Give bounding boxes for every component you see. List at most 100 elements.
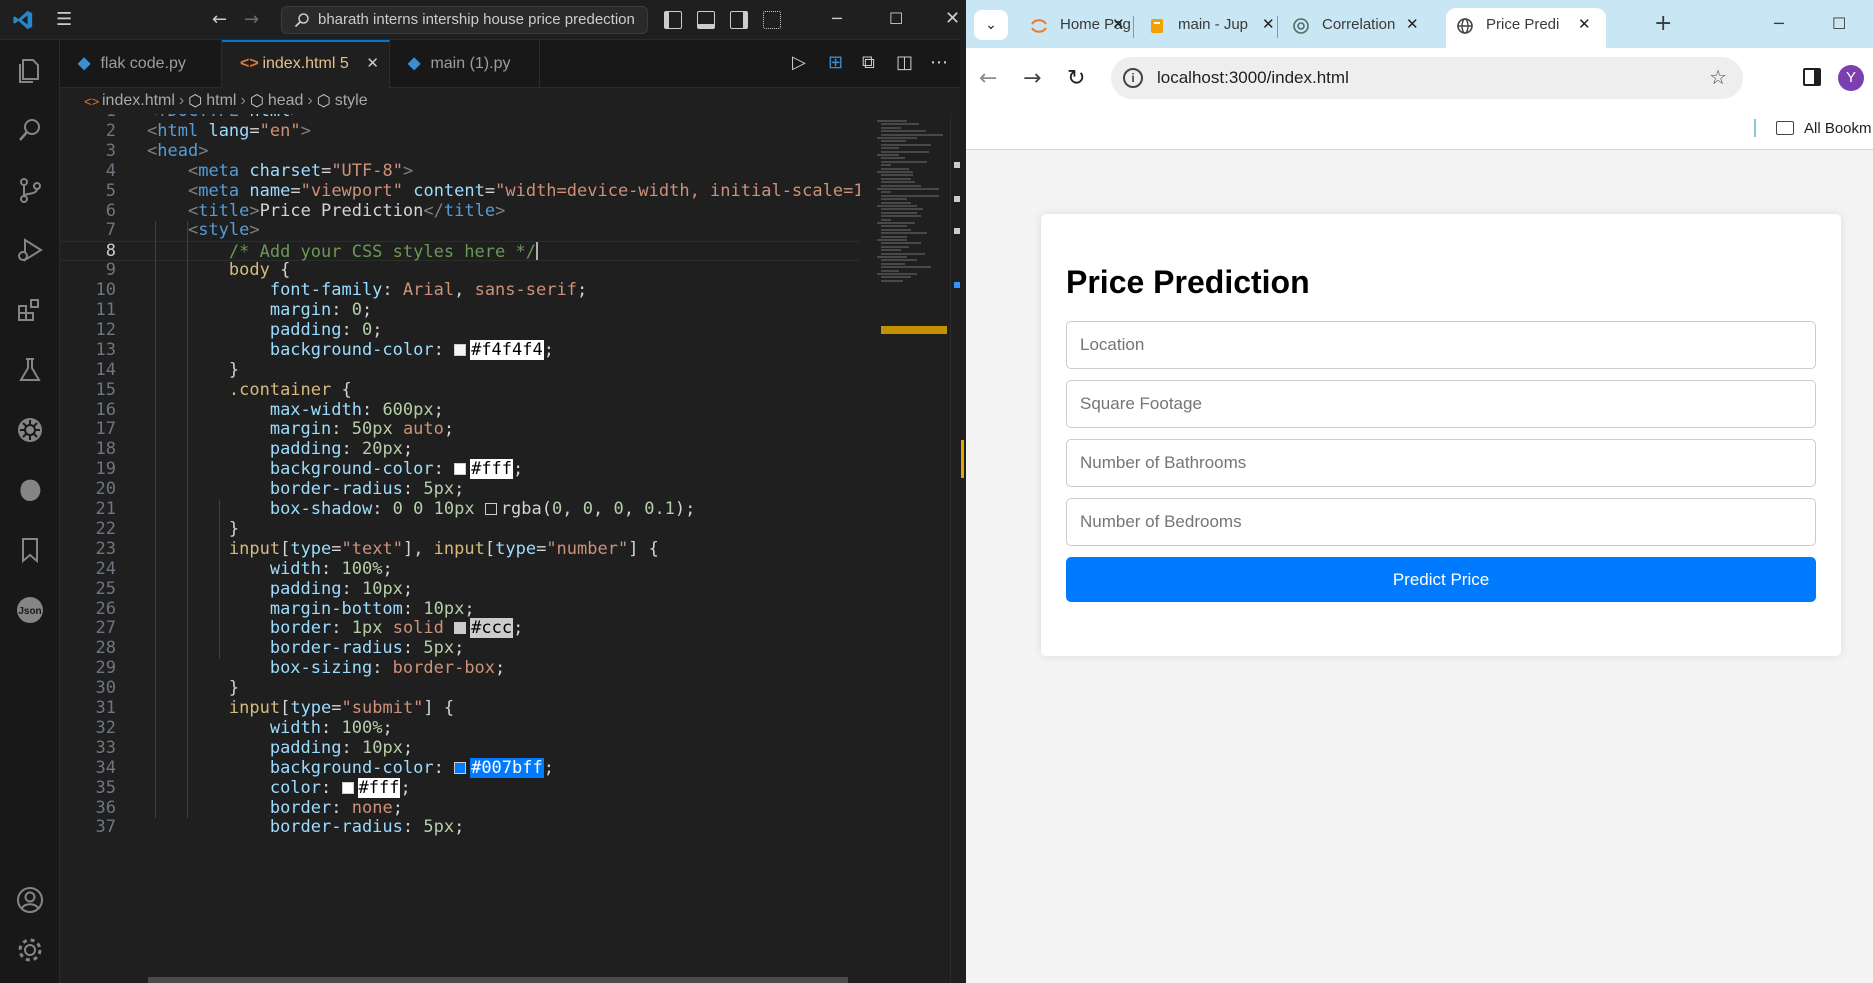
search-sidebar-icon[interactable] [14,114,46,146]
minimize-icon[interactable]: ─ [1774,10,1784,38]
code-line[interactable]: 27 border: 1px solid #ccc; [60,618,860,639]
breadcrumb-file[interactable]: index.html [102,92,175,109]
code-line[interactable]: 20 border-radius: 5px; [60,479,860,500]
code-line[interactable]: 26 margin-bottom: 10px; [60,599,860,620]
code-line[interactable]: 21 box-shadow: 0 0 10px rgba(0, 0, 0, 0.… [60,499,860,520]
tab-flak-code[interactable]: ◆ flak code.py [60,40,222,88]
site-info-icon[interactable]: i [1123,68,1143,88]
code-line[interactable]: 5 <meta name="viewport" content="width=d… [60,181,860,202]
close-tab-icon[interactable]: ✕ [1578,8,1591,42]
code-line[interactable]: 36 border: none; [60,798,860,819]
customize-layout-icon[interactable] [763,11,781,29]
code-line[interactable]: 11 margin: 0; [60,300,860,321]
location-input[interactable] [1066,321,1816,369]
browser-tab-main-jupyter[interactable]: main - Jup ✕ [1138,8,1276,48]
code-line[interactable]: 19 background-color: #fff; [60,459,860,480]
code-line[interactable]: 12 padding: 0; [60,320,860,341]
breadcrumb-head[interactable]: head [268,92,304,109]
bookmarks-icon[interactable] [14,534,46,566]
tab-search-chevron-icon[interactable]: ⌄ [974,10,1008,40]
code-line[interactable]: 13 background-color: #f4f4f4; [60,339,860,361]
code-line[interactable]: 34 background-color: #007bff; [60,757,860,779]
settings-gear-icon[interactable] [14,934,46,966]
code-line[interactable]: 24 width: 100%; [60,559,860,580]
source-control-icon[interactable] [14,174,46,206]
code-line[interactable]: 7 <style> [60,220,860,241]
close-tab-icon[interactable]: ✕ [1262,8,1275,42]
code-line[interactable]: 31 input[type="submit"] { [60,698,860,719]
new-tab-icon[interactable]: + [1654,10,1672,38]
live-preview-icon[interactable]: ⊞ [828,53,843,73]
editor-horizontal-scrollbar[interactable] [148,977,848,983]
minimize-icon[interactable]: ─ [832,8,842,30]
toggle-primary-sidebar-icon[interactable] [664,11,682,29]
code-line[interactable]: 6 <title>Price Prediction</title> [60,201,860,222]
maximize-icon[interactable]: ☐ [1832,10,1846,38]
back-arrow-icon[interactable]: ← [212,10,227,30]
tab-main-py[interactable]: ◆ main (1).py [390,40,540,88]
extensions-icon[interactable] [14,294,46,326]
reload-icon[interactable]: ↻ [1067,64,1085,94]
code-line[interactable]: 16 max-width: 600px; [60,400,860,421]
run-file-icon[interactable]: ▷ [792,53,806,73]
menu-icon[interactable]: ☰ [56,11,78,29]
minimap[interactable] [871,114,947,983]
code-line[interactable]: 32 width: 100%; [60,718,860,739]
browser-tab-price-prediction[interactable]: Price Predi ✕ [1446,8,1606,48]
code-line[interactable]: 23 input[type="text"], input[type="numbe… [60,539,860,560]
address-bar[interactable]: i localhost:3000/index.html ☆ [1111,57,1743,99]
code-line[interactable]: 37 border-radius: 5px; [60,817,860,838]
maximize-icon[interactable]: ☐ [889,8,903,30]
code-line[interactable]: 4 <meta charset="UTF-8"> [60,161,860,182]
code-editor[interactable]: 1<!DOCTYPE html>2<html lang="en">3<head>… [60,114,860,983]
code-line[interactable]: 25 padding: 10px; [60,579,860,600]
side-panel-icon[interactable] [1803,68,1821,86]
code-line[interactable]: 14 } [60,360,860,381]
forward-arrow-icon[interactable]: → [244,10,259,30]
toggle-panel-icon[interactable] [697,11,715,29]
breadcrumb-html[interactable]: html [206,92,236,109]
square-footage-input[interactable] [1066,380,1816,428]
profile-avatar[interactable]: Y [1838,65,1864,91]
command-center-search[interactable]: bharath interns intership house price pr… [281,6,648,34]
account-icon[interactable] [14,884,46,916]
breadcrumb-style[interactable]: style [335,92,368,109]
code-line[interactable]: 2 <html lang="en"> [60,121,860,142]
code-line[interactable]: 30 } [60,678,860,699]
bookmark-star-icon[interactable]: ☆ [1709,57,1727,99]
code-line[interactable]: 29 box-sizing: border-box; [60,658,860,679]
bedrooms-input[interactable] [1066,498,1816,546]
code-line[interactable]: 9 body { [60,260,860,281]
forward-arrow-icon[interactable]: → [1023,64,1041,94]
predict-price-button[interactable]: Predict Price [1066,557,1816,602]
code-line[interactable]: 33 padding: 10px; [60,738,860,759]
browser-tab-correlation[interactable]: Correlation ✕ [1282,8,1428,48]
code-line[interactable]: 22 } [60,519,860,540]
bathrooms-input[interactable] [1066,439,1816,487]
code-line[interactable]: 15 .container { [60,380,860,401]
open-preview-icon[interactable]: ⧉ [862,53,875,73]
json-icon[interactable]: Json [14,594,46,626]
toggle-secondary-sidebar-icon[interactable] [730,11,748,29]
run-debug-icon[interactable] [14,234,46,266]
code-line[interactable]: 18 padding: 20px; [60,439,860,460]
close-tab-icon[interactable]: ✕ [366,42,379,86]
back-arrow-icon[interactable]: ← [979,64,997,94]
split-editor-icon[interactable]: ◫ [896,53,913,73]
testing-flask-icon[interactable] [14,354,46,386]
tab-index-html[interactable]: <> index.html 5 ✕ [222,40,390,88]
code-line[interactable]: 28 border-radius: 5px; [60,638,860,659]
explorer-icon[interactable] [14,54,46,86]
code-line[interactable]: 3 <head> [60,141,860,162]
close-tab-icon[interactable]: ✕ [1112,8,1125,42]
more-actions-icon[interactable]: ⋯ [930,53,948,73]
code-line[interactable]: 17 margin: 50px auto; [60,419,860,440]
code-line[interactable]: 8 /* Add your CSS styles here */ [60,241,860,262]
kubernetes-icon[interactable] [14,414,46,446]
code-line[interactable]: 10 font-family: Arial, sans-serif; [60,280,860,301]
close-window-icon[interactable]: ✕ [945,8,960,30]
browser-tab-home[interactable]: Home Pag ✕ [1020,8,1132,48]
close-tab-icon[interactable]: ✕ [1406,8,1419,42]
all-bookmarks-folder[interactable]: All Bookm [1776,120,1872,138]
code-line[interactable]: 35 color: #fff; [60,777,860,799]
